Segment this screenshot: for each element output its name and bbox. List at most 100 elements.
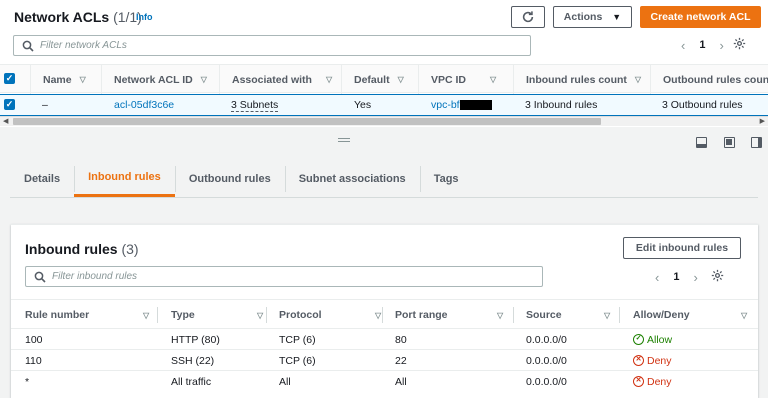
col-divider [513, 307, 514, 323]
col-source[interactable]: Source ▽ [526, 300, 619, 330]
rule-source: 0.0.0.0/0 [526, 375, 567, 388]
rule-source: 0.0.0.0/0 [526, 354, 567, 367]
col-divider [157, 307, 158, 323]
col-port-label: Port range [395, 309, 448, 321]
create-network-acl-button[interactable]: Create network ACL [640, 6, 761, 28]
sort-icon: ▽ [634, 75, 642, 84]
col-vpc-id[interactable]: VPC ID ▽ [418, 65, 512, 94]
check-circle-icon: ✓ [633, 334, 644, 345]
col-rule-label: Rule number [25, 309, 90, 321]
prev-page-icon[interactable]: ‹ [681, 38, 685, 53]
col-inbound-rules-count[interactable]: Inbound rules count ▽ [513, 65, 649, 94]
refresh-button[interactable] [511, 6, 545, 28]
refresh-icon [522, 11, 534, 23]
settings-button[interactable] [711, 269, 724, 285]
network-acls-panel: Network ACLs (1/1) Info Actions ▼ Create… [0, 0, 768, 127]
prev-page-icon[interactable]: ‹ [655, 270, 659, 285]
table-row[interactable]: 100 HTTP (80) TCP (6) 80 0.0.0.0/0 ✓ Allo… [11, 329, 758, 350]
caret-down-icon: ▼ [612, 12, 622, 22]
settings-button[interactable] [733, 37, 746, 53]
scroll-right-icon[interactable]: ▶ [760, 117, 765, 125]
table-row[interactable]: 110 SSH (22) TCP (6) 22 0.0.0.0/0 ✕ Deny [11, 350, 758, 371]
col-divider [382, 307, 383, 323]
info-link[interactable]: Info [136, 12, 153, 22]
select-all-checkbox[interactable]: ✓ [4, 73, 15, 84]
col-port-range[interactable]: Port range ▽ [395, 300, 513, 330]
col-source-label: Source [526, 309, 562, 321]
edit-inbound-rules-button[interactable]: Edit inbound rules [623, 237, 741, 259]
col-associated-with[interactable]: Associated with ▽ [219, 65, 340, 94]
next-page-icon[interactable]: › [693, 270, 697, 285]
rule-protocol: TCP (6) [279, 333, 316, 346]
rule-type: SSH (22) [171, 354, 215, 367]
rule-action: ✕ Deny [633, 371, 672, 392]
rule-action: ✓ Allow [633, 329, 672, 350]
col-inbound-label: Inbound rules count [526, 73, 627, 86]
x-circle-icon: ✕ [633, 355, 644, 366]
col-protocol-label: Protocol [279, 309, 322, 321]
tab-tags[interactable]: Tags [419, 160, 473, 197]
filter-acls-search[interactable]: Filter network ACLs [13, 35, 531, 56]
tab-inbound-rules[interactable]: Inbound rules [74, 160, 175, 197]
split-side-icon[interactable] [751, 137, 762, 148]
col-associated-label: Associated with [232, 73, 312, 86]
row-name: – [42, 99, 48, 111]
sort-icon: ▽ [490, 75, 497, 84]
inbound-rules-card: Inbound rules (3) Edit inbound rules Fil… [11, 224, 758, 398]
next-page-icon[interactable]: › [719, 38, 723, 53]
gear-icon [733, 37, 745, 50]
redacted-block [459, 100, 492, 110]
col-type-label: Type [171, 309, 195, 321]
rule-action: ✕ Deny [633, 350, 672, 371]
horizontal-scrollbar[interactable]: ◀ ▶ [0, 116, 768, 126]
page-title: Network ACLs (1/1) [14, 9, 142, 25]
scroll-left-icon[interactable]: ◀ [3, 117, 8, 125]
current-page[interactable]: 1 [673, 271, 679, 283]
row-outbound-count: 3 Outbound rules [662, 99, 743, 111]
row-acl-id-link[interactable]: acl-05df3c6e [114, 95, 174, 115]
title-text: Network ACLs [14, 9, 110, 25]
col-outbound-label: Outbound rules count [663, 73, 768, 86]
table-row[interactable]: * All traffic All All 0.0.0.0/0 ✕ Deny [11, 371, 758, 392]
actions-button[interactable]: Actions ▼ [553, 6, 632, 28]
actions-label: Actions [563, 11, 603, 23]
rule-type: All traffic [171, 375, 212, 388]
col-outbound-rules-count[interactable]: Outbound rules count [650, 65, 768, 94]
scrollbar-thumb[interactable] [13, 118, 601, 125]
filter-inbound-search[interactable]: Filter inbound rules [25, 266, 543, 287]
inbound-title-text: Inbound rules [25, 241, 118, 257]
col-allow-deny[interactable]: Allow/Deny ▽ [633, 300, 753, 330]
split-resize-handle[interactable] [338, 138, 350, 142]
inbound-count: (3) [121, 241, 139, 257]
col-name[interactable]: Name ▽ [30, 65, 100, 94]
table-row[interactable]: ✓ – acl-05df3c6e 3 Subnets Yes vpc-bf 3 … [0, 94, 768, 116]
split-bottom-icon[interactable] [696, 137, 707, 148]
row-vpc-id-link[interactable]: vpc-bf [431, 95, 492, 115]
col-type[interactable]: Type ▽ [171, 300, 266, 330]
split-full-icon[interactable] [724, 137, 735, 148]
tab-outbound-rules[interactable]: Outbound rules [174, 160, 285, 197]
detail-tabs: Details Inbound rules Outbound rules Sub… [10, 160, 473, 198]
col-protocol[interactable]: Protocol ▽ [279, 300, 383, 330]
col-rule-number[interactable]: Rule number ▽ [25, 300, 157, 330]
rule-action-label: Deny [647, 354, 672, 367]
rule-type: HTTP (80) [171, 333, 220, 346]
tab-details[interactable]: Details [10, 160, 74, 197]
rule-port: 22 [395, 354, 407, 367]
row-checkbox[interactable]: ✓ [4, 99, 15, 110]
sort-icon: ▽ [741, 310, 748, 320]
col-network-acl-id[interactable]: Network ACL ID ▽ [101, 65, 218, 94]
sort-icon: ▽ [200, 75, 207, 84]
tab-subnet-associations[interactable]: Subnet associations [284, 160, 420, 197]
current-page[interactable]: 1 [699, 39, 705, 51]
col-acl-id-label: Network ACL ID [114, 73, 193, 86]
search-placeholder: Filter inbound rules [52, 271, 138, 282]
col-divider [619, 307, 620, 323]
row-associated[interactable]: 3 Subnets [231, 99, 279, 112]
sort-icon: ▽ [143, 310, 150, 320]
col-default[interactable]: Default ▽ [341, 65, 417, 94]
vpc-id-text: vpc-bf [431, 99, 460, 111]
col-name-label: Name [43, 73, 72, 86]
sort-icon: ▽ [257, 310, 264, 320]
rule-action-label: Deny [647, 375, 672, 388]
